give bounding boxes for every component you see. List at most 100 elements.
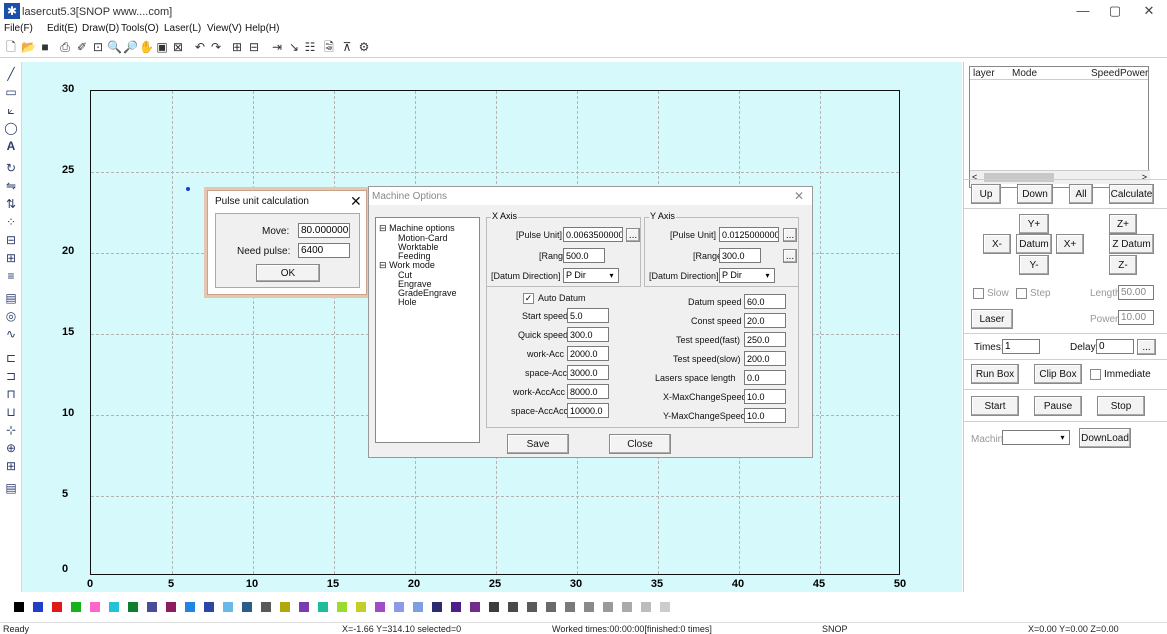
mirror-h-icon[interactable]: ⇋ xyxy=(4,178,18,194)
download-button[interactable]: DownLoad xyxy=(1079,428,1131,448)
y-plus-button[interactable]: Y+ xyxy=(1019,214,1049,234)
layers-icon[interactable]: ▤ xyxy=(4,480,18,496)
center-h-icon[interactable]: ⊹ xyxy=(4,422,18,438)
center-v-icon[interactable]: ⊕ xyxy=(4,440,18,456)
x-pulse-unit-input[interactable]: 0.0063500000 xyxy=(563,227,623,242)
speed-col-header[interactable]: Speed xyxy=(1091,68,1120,79)
rectangle-tool-icon[interactable]: ▭ xyxy=(4,84,18,100)
polyline-tool-icon[interactable]: ⟀ xyxy=(4,102,18,118)
ungroup-icon[interactable]: ⊟ xyxy=(247,40,261,54)
layer-hscrollbar[interactable]: < > xyxy=(970,170,1150,184)
layer-col-header[interactable]: layer xyxy=(973,68,995,79)
zoom-in-icon[interactable]: 🔍 xyxy=(107,40,122,54)
maximize-button[interactable]: ▢ xyxy=(1100,2,1130,20)
array-tool-icon[interactable]: ▤ xyxy=(4,290,18,306)
save-button[interactable]: Save xyxy=(507,434,569,454)
start-speed-input[interactable]: 5.0 xyxy=(567,308,609,323)
y-pulse-unit-input[interactable]: 0.0125000000 xyxy=(719,227,779,242)
y-minus-button[interactable]: Y- xyxy=(1019,255,1049,275)
color-swatch[interactable] xyxy=(603,602,613,612)
zoom-window-icon[interactable]: ⊡ xyxy=(91,40,105,54)
down-button[interactable]: Down xyxy=(1017,184,1053,204)
color-swatch[interactable] xyxy=(185,602,195,612)
laser-button[interactable]: Laser xyxy=(971,309,1013,329)
center-icon[interactable]: ⊞ xyxy=(4,458,18,474)
color-swatch[interactable] xyxy=(584,602,594,612)
close-icon[interactable]: ✕ xyxy=(350,193,362,210)
x-plus-button[interactable]: X+ xyxy=(1056,234,1084,254)
preview-icon[interactable]: 🗟 xyxy=(322,40,336,54)
save-icon[interactable]: ■ xyxy=(38,40,52,54)
layer-list[interactable]: layer Mode Speed Power < > xyxy=(969,66,1150,188)
menu-laser[interactable]: Laser(L) xyxy=(164,23,201,34)
quick-speed-input[interactable]: 300.0 xyxy=(567,327,609,342)
color-swatch[interactable] xyxy=(337,602,347,612)
x-range-input[interactable]: 500.0 xyxy=(563,248,605,263)
pan-hand-icon[interactable]: ✋ xyxy=(139,40,154,54)
color-swatch[interactable] xyxy=(14,602,24,612)
menu-help[interactable]: Help(H) xyxy=(245,23,279,34)
redo-icon[interactable]: ↷ xyxy=(209,40,223,54)
align-top-icon[interactable]: ⊓ xyxy=(4,386,18,402)
mode-col-header[interactable]: Mode xyxy=(1012,68,1037,79)
zoom-out-icon[interactable]: 🔎 xyxy=(123,40,138,54)
x-pulse-browse-button[interactable]: ... xyxy=(626,228,640,242)
color-swatch[interactable] xyxy=(128,602,138,612)
step-checkbox[interactable] xyxy=(1016,288,1027,299)
color-swatch[interactable] xyxy=(90,602,100,612)
stop-button[interactable]: Stop xyxy=(1097,396,1145,416)
power-input[interactable]: 10.00 xyxy=(1118,310,1154,325)
color-swatch[interactable] xyxy=(375,602,385,612)
y-range-browse-button[interactable]: ... xyxy=(783,249,797,263)
machine-select[interactable]: ▾ xyxy=(1002,430,1070,445)
align-right-icon[interactable]: ⊐ xyxy=(4,368,18,384)
ok-button[interactable]: OK xyxy=(256,264,320,282)
color-swatch[interactable] xyxy=(204,602,214,612)
color-swatch[interactable] xyxy=(166,602,176,612)
menu-draw[interactable]: Draw(D) xyxy=(82,23,119,34)
power-col-header[interactable]: Power xyxy=(1120,68,1148,79)
y-max-change-speed-input[interactable]: 10.0 xyxy=(744,408,786,423)
x-datum-direction-select[interactable]: P Dir ▾ xyxy=(563,268,619,283)
menu-edit[interactable]: Edit(E) xyxy=(47,23,78,34)
tree-item-hole[interactable]: Hole xyxy=(398,297,417,307)
color-swatch[interactable] xyxy=(33,602,43,612)
align-icon[interactable]: ⊟ xyxy=(4,232,18,248)
color-swatch[interactable] xyxy=(527,602,537,612)
close-button[interactable]: Close xyxy=(609,434,671,454)
scroll-left-icon[interactable]: < xyxy=(972,172,977,182)
auto-datum-checkbox[interactable]: ✓ xyxy=(523,293,534,304)
new-file-icon[interactable]: 🗋 xyxy=(4,40,18,54)
const-speed-input[interactable]: 20.0 xyxy=(744,313,786,328)
color-swatch[interactable] xyxy=(394,602,404,612)
offset-icon[interactable]: ◎ xyxy=(4,308,18,324)
lasers-space-length-input[interactable]: 0.0 xyxy=(744,370,786,385)
test-speed-slow-input[interactable]: 200.0 xyxy=(744,351,786,366)
x-minus-button[interactable]: X- xyxy=(983,234,1011,254)
move-input[interactable]: 80.000000 xyxy=(298,223,350,238)
scroll-right-icon[interactable]: > xyxy=(1142,172,1147,182)
y-range-input[interactable]: 300.0 xyxy=(719,248,761,263)
slow-checkbox[interactable] xyxy=(973,288,984,299)
node-edit-icon[interactable]: ✐ xyxy=(75,40,89,54)
work-accacc-input[interactable]: 8000.0 xyxy=(567,384,609,399)
color-swatch[interactable] xyxy=(223,602,233,612)
options-tree[interactable]: ⊟ Machine options Motion-Card Worktable … xyxy=(375,217,480,443)
z-minus-button[interactable]: Z- xyxy=(1109,255,1137,275)
color-swatch[interactable] xyxy=(261,602,271,612)
open-folder-icon[interactable]: 📂 xyxy=(21,40,36,54)
rotate-tool-icon[interactable]: ↻ xyxy=(4,160,18,176)
color-swatch[interactable] xyxy=(52,602,62,612)
start-button[interactable]: Start xyxy=(971,396,1019,416)
close-icon[interactable]: ✕ xyxy=(794,189,804,203)
pause-button[interactable]: Pause xyxy=(1034,396,1082,416)
color-swatch[interactable] xyxy=(299,602,309,612)
text-tool-icon[interactable]: A xyxy=(4,138,18,154)
x-max-change-speed-input[interactable]: 10.0 xyxy=(744,389,786,404)
color-swatch[interactable] xyxy=(242,602,252,612)
close-window-button[interactable]: ✕ xyxy=(1134,2,1164,20)
delay-input[interactable]: 0 xyxy=(1096,339,1134,354)
import-icon[interactable]: ⎙ xyxy=(58,40,72,54)
color-swatch[interactable] xyxy=(147,602,157,612)
all-button[interactable]: All xyxy=(1069,184,1093,204)
